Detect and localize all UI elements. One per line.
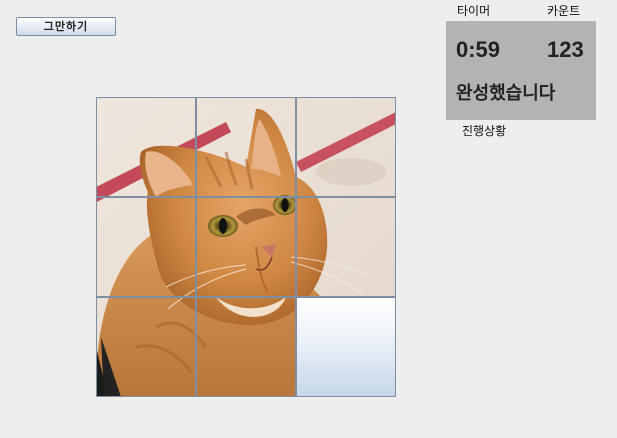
timer-value: 0:59 <box>456 37 501 62</box>
cat-photo-fragment <box>197 98 295 196</box>
cat-photo-fragment <box>297 198 395 296</box>
count-label: 카운트 <box>547 4 581 18</box>
puzzle-tile-5[interactable] <box>196 197 296 297</box>
puzzle-tile-2[interactable] <box>196 97 296 197</box>
timer-label: 타이머 <box>457 4 491 18</box>
completion-message: 완성했습니다 <box>456 83 556 104</box>
puzzle-tile-1[interactable] <box>96 97 196 197</box>
puzzle-tile-6[interactable] <box>296 197 396 297</box>
puzzle-empty-slot[interactable] <box>296 297 396 397</box>
puzzle-tile-7[interactable] <box>96 297 196 397</box>
cat-photo-fragment <box>197 298 295 396</box>
cat-photo-fragment <box>97 98 195 196</box>
cat-photo-fragment <box>197 198 295 296</box>
puzzle-tile-8[interactable] <box>196 297 296 397</box>
progress-label: 진행상황 <box>462 124 507 138</box>
cat-photo-fragment <box>97 198 195 296</box>
puzzle-tile-4[interactable] <box>96 197 196 297</box>
status-panel: 0:59 123 완성했습니다 <box>446 21 596 120</box>
quit-button[interactable]: 그만하기 <box>16 17 116 36</box>
puzzle-tile-3[interactable] <box>296 97 396 197</box>
cat-photo-fragment <box>297 98 395 196</box>
cat-photo-fragment <box>97 298 195 396</box>
puzzle-board <box>96 97 396 397</box>
move-count-value: 123 <box>547 37 584 62</box>
